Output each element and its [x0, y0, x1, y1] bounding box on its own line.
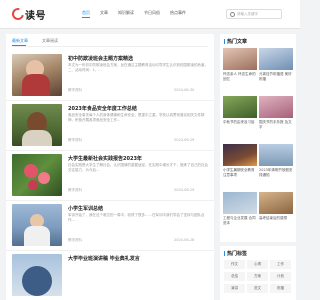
hot-article-image	[223, 96, 257, 118]
article-item[interactable]: 2023年食品安全年度工作总结 食品安全事关每个人的身体健康和生命安全，是重中之…	[6, 100, 214, 151]
logo-text: 读号	[25, 10, 46, 22]
search-icon	[230, 12, 235, 17]
nav-item-hot[interactable]: 热点事件	[170, 10, 186, 16]
hot-article-image	[259, 192, 293, 214]
tag-list: 作文 心得 工作 总结 方案 计划 演讲 范文 祝福	[224, 260, 294, 296]
article-title[interactable]: 小学生军训总结	[68, 205, 103, 212]
hot-articles-title: 热门文章	[224, 38, 247, 45]
tag-item[interactable]: 方案	[247, 272, 268, 281]
top-bar: 读号 首页 文章 知识解读 节日风俗 热点事件 请输入关键字	[0, 0, 300, 29]
hot-article-title[interactable]: 小学生暑期安全教育注意事项	[223, 168, 257, 178]
hot-tags-panel: 热门标签 作文 心得 工作 总结 方案 计划 演讲 范文 祝福	[220, 246, 296, 300]
article-title[interactable]: 初中防欺凌班会主题方案精选	[68, 55, 133, 62]
article-thumbnail	[12, 154, 62, 196]
search-placeholder: 请输入关键字	[237, 12, 258, 16]
hot-article-title[interactable]: 2023年清明节放假安排通知	[259, 168, 293, 178]
article-title[interactable]: 2023年食品安全年度工作总结	[68, 105, 137, 112]
article-item[interactable]: 大学毕业班演讲稿 毕业典礼发言	[6, 250, 214, 300]
article-category[interactable]: 教学资料	[68, 238, 82, 243]
hot-article-card[interactable]: 工程与企业发展 合同范本	[223, 192, 257, 232]
article-title[interactable]: 大学生最新社会实践报告2023年	[68, 155, 142, 162]
tag-item[interactable]: 工作	[270, 260, 291, 269]
tag-item[interactable]: 演讲	[224, 284, 245, 293]
hot-article-image	[223, 192, 257, 214]
hot-article-card[interactable]: 元宵佳节祝福语 美好祝福	[259, 48, 293, 88]
article-summary: 社会实践是大学生了解社会、认识国情的重要途径，在实践中增长才干，锻炼了自己的社会…	[68, 163, 208, 173]
article-category[interactable]: 教学资料	[68, 88, 82, 93]
hot-article-card[interactable]: 怀念亲人 怀念生命的回忆	[223, 48, 257, 88]
tab-latest[interactable]: 最新文章	[12, 38, 28, 44]
article-summary: 本文为一份初中防欺凌班会方案，旨在通过主题教育活动引导学生认识到校园欺凌的危害，…	[68, 63, 208, 73]
article-summary: 食品安全事关每个人的身体健康和生命安全，是重中之重。学校认真贯彻落实相关文件精神…	[68, 113, 205, 123]
article-date: 2024-06-30	[174, 88, 195, 92]
hot-article-image	[259, 144, 293, 166]
hot-tags-title: 热门标签	[224, 250, 247, 257]
main-nav: 首页 文章 知识解读 节日风俗 热点事件	[82, 10, 196, 18]
hot-article-title[interactable]: 高考结束后的感想	[259, 216, 293, 221]
hot-article-card[interactable]: 国庆节的手抄报 及文字	[259, 96, 293, 136]
hot-article-title[interactable]: 工程与企业发展 合同范本	[223, 216, 257, 226]
hot-article-title[interactable]: 元宵佳节祝福语 美好祝福	[259, 72, 293, 82]
tag-item[interactable]: 范文	[247, 284, 268, 293]
hot-article-title[interactable]: 中秋节的由来及习俗	[223, 120, 257, 125]
article-thumbnail	[12, 104, 62, 146]
hot-article-card[interactable]: 高考结束后的感想	[259, 192, 293, 232]
nav-item-articles[interactable]: 文章	[100, 10, 108, 16]
hot-article-card[interactable]: 中秋节的由来及习俗	[223, 96, 257, 136]
hot-article-card[interactable]: 小学生暑期安全教育注意事项	[223, 144, 257, 184]
article-category[interactable]: 教学资料	[68, 188, 82, 193]
article-item[interactable]: 大学生最新社会实践报告2023年 社会实践是大学生了解社会、认识国情的重要途径，…	[6, 150, 214, 201]
hot-article-image	[223, 144, 257, 166]
nav-item-knowledge[interactable]: 知识解读	[118, 10, 134, 16]
tab-active-indicator	[12, 45, 26, 46]
hot-article-image	[259, 48, 293, 70]
nav-item-festivals[interactable]: 节日风俗	[144, 10, 160, 16]
tag-item[interactable]: 作文	[224, 260, 245, 269]
hot-article-title[interactable]: 怀念亲人 怀念生命的回忆	[223, 72, 257, 82]
search-input[interactable]: 请输入关键字	[226, 9, 282, 19]
article-category[interactable]: 教学资料	[68, 138, 82, 143]
hot-articles-panel: 热门文章 怀念亲人 怀念生命的回忆 元宵佳节祝福语 美好祝福 中秋节的由来及习俗…	[220, 34, 296, 242]
article-thumbnail	[12, 204, 62, 246]
hot-article-image	[259, 96, 293, 118]
site-logo[interactable]: 读号	[9, 5, 46, 23]
logo-mark	[9, 5, 27, 23]
article-item[interactable]: 小学生军训总结 军训开始了，我在这个难忘的一周中，收获了很多……在军训中我们学会…	[6, 200, 214, 251]
hot-article-image	[223, 48, 257, 70]
tag-item[interactable]: 祝福	[270, 284, 291, 293]
tab-reading[interactable]: 文章阅读	[42, 38, 58, 44]
tabs-divider	[12, 46, 208, 47]
article-date: 2024-06-28	[174, 238, 195, 242]
article-date: 2024-06-29	[174, 188, 195, 192]
article-date: 2024-06-29	[174, 138, 195, 142]
tag-item[interactable]: 计划	[270, 272, 291, 281]
article-title[interactable]: 大学毕业班演讲稿 毕业典礼发言	[68, 255, 140, 262]
article-list-panel: 最新文章 文章阅读 初中防欺凌班会主题方案精选 本文为一份初中防欺凌班会方案，旨…	[6, 34, 214, 300]
nav-item-home[interactable]: 首页	[82, 10, 90, 18]
hot-article-title[interactable]: 国庆节的手抄报 及文字	[259, 120, 293, 130]
article-summary: 军训开始了，我在这个难忘的一周中，收获了很多……在军训中我们学会了坚持与团队合作…	[68, 213, 205, 223]
article-thumbnail	[12, 54, 62, 96]
article-thumbnail	[12, 254, 62, 296]
article-tabs: 最新文章 文章阅读	[12, 38, 72, 44]
tag-item[interactable]: 心得	[247, 260, 268, 269]
tag-item[interactable]: 总结	[224, 272, 245, 281]
article-item[interactable]: 初中防欺凌班会主题方案精选 本文为一份初中防欺凌班会方案，旨在通过主题教育活动引…	[6, 50, 214, 101]
hot-article-card[interactable]: 2023年清明节放假安排通知	[259, 144, 293, 184]
